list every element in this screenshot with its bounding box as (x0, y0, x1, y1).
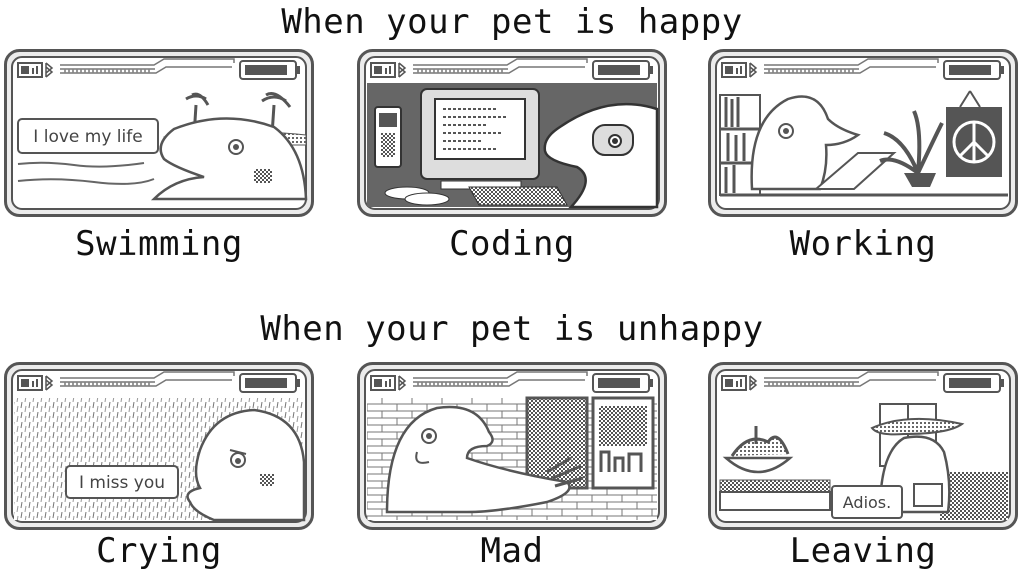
happy-heading: When your pet is happy (281, 2, 743, 42)
leaving-caption: Leaving (789, 531, 937, 571)
swimming-bubble-text: I love my life (33, 127, 142, 147)
working-caption: Working (789, 224, 937, 264)
crying-card: I miss you (4, 362, 314, 530)
unhappy-heading: When your pet is unhappy (260, 309, 764, 349)
swimming-caption: Swimming (75, 224, 243, 264)
leaving-bubble-text: Adios. (843, 493, 891, 512)
coding-card (357, 49, 667, 217)
working-card (708, 49, 1018, 217)
leaving-card: Adios. (708, 362, 1018, 530)
crying-caption: Crying (96, 531, 222, 571)
mad-card (357, 362, 667, 530)
crying-bubble-text: I miss you (79, 473, 165, 493)
swimming-card: I love my life (4, 49, 314, 217)
coding-caption: Coding (449, 224, 575, 264)
mad-caption: Mad (480, 531, 544, 571)
